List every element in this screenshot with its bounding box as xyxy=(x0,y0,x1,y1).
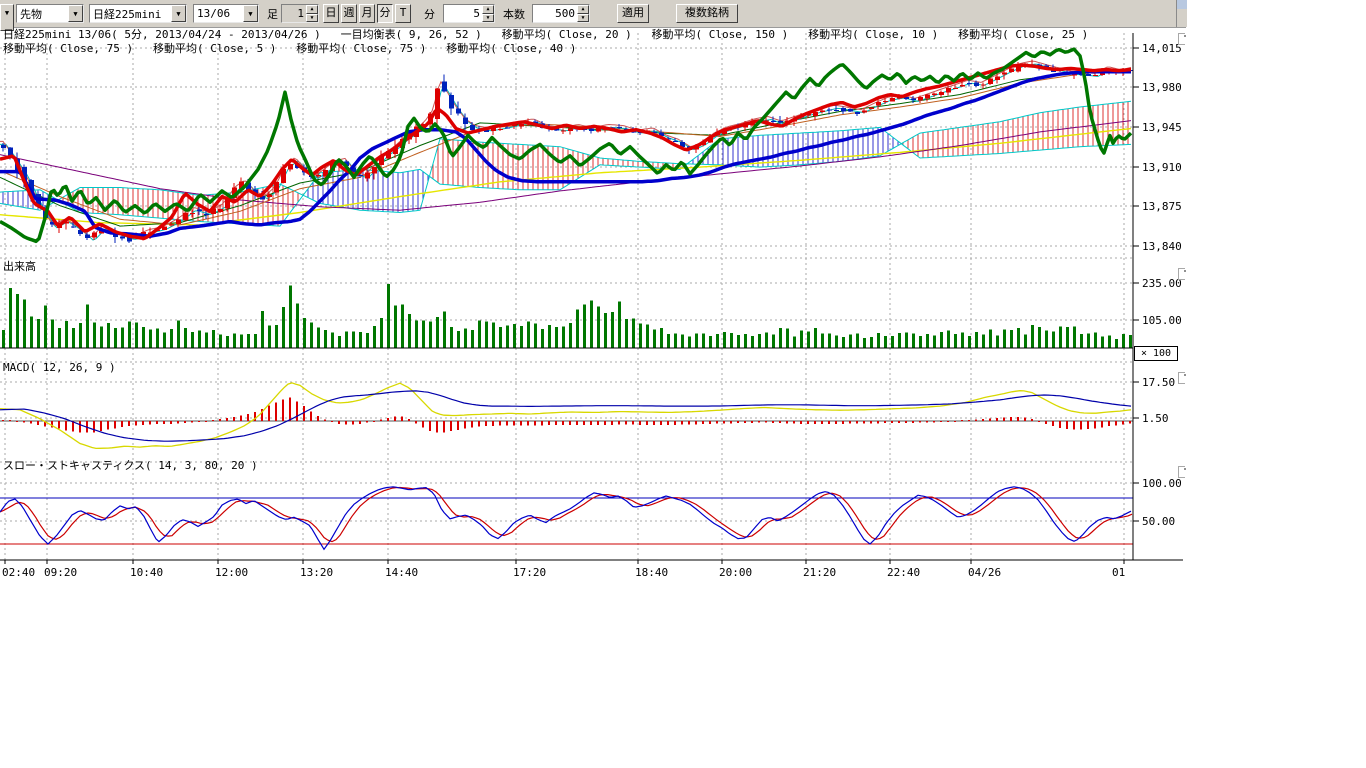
period-spinner-value: 1 xyxy=(282,5,306,22)
chart-canvas: 14,015 13,980 13,945 13,910 13,875 13,840 235.… xyxy=(0,27,1210,627)
svg-text:22:40: 22:40 xyxy=(887,566,920,579)
svg-text:02:40: 02:40 xyxy=(2,566,35,579)
timeframe-week-button[interactable]: 週 xyxy=(341,4,357,23)
bar-type-label: 足 xyxy=(267,9,278,23)
toolbar-end-cap xyxy=(1176,0,1187,27)
svg-text:100.00: 100.00 xyxy=(1142,477,1182,490)
main-pane-scroll-handle[interactable] xyxy=(1178,33,1185,45)
time-axis-labels: 02:40 09:20 10:40 12:00 13:20 14:40 17:20 18:40… xyxy=(2,560,1125,579)
multi-symbol-button[interactable]: 複数銘柄 xyxy=(676,4,738,23)
spinner-buttons[interactable]: ▲▼ xyxy=(482,5,494,22)
svg-text:01: 01 xyxy=(1112,566,1125,579)
svg-text:14:40: 14:40 xyxy=(385,566,418,579)
macd-pane-label: MACD( 12, 26, 9 ) xyxy=(3,361,116,374)
axis-labels: 14,015 13,980 13,945 13,910 13,875 13,840 235.… xyxy=(1133,42,1182,528)
svg-text:20:00: 20:00 xyxy=(719,566,752,579)
timeframe-minute-button[interactable]: 分 xyxy=(377,4,393,23)
svg-text:21:20: 21:20 xyxy=(803,566,836,579)
dropdown-arrow-icon[interactable]: ▼ xyxy=(243,5,258,22)
apply-button[interactable]: 適用 xyxy=(617,4,649,23)
spin-down-icon[interactable]: ▼ xyxy=(577,14,589,23)
macd-pane xyxy=(0,383,1133,449)
symbol-dropdown[interactable]: 日経225mini ▼ xyxy=(89,4,187,23)
contract-month-value: 13/06 xyxy=(194,7,243,20)
bar-count-spinner-value: 500 xyxy=(533,5,577,22)
svg-text:04/26: 04/26 xyxy=(968,566,1001,579)
stochastics-pane-label: スロー・ストキャスティクス( 14, 3, 80, 20 ) xyxy=(3,459,258,472)
spin-down-icon[interactable]: ▼ xyxy=(306,14,318,23)
svg-text:50.00: 50.00 xyxy=(1142,515,1175,528)
svg-text:13,945: 13,945 xyxy=(1142,121,1182,134)
svg-text:14,015: 14,015 xyxy=(1142,42,1182,55)
timeframe-month-button[interactable]: 月 xyxy=(359,4,375,23)
instrument-type-dropdown[interactable]: 先物 ▼ xyxy=(16,4,84,23)
svg-text:10:40: 10:40 xyxy=(130,566,163,579)
svg-text:1.50: 1.50 xyxy=(1142,412,1169,425)
volume-bars xyxy=(0,284,1133,348)
spin-down-icon[interactable]: ▼ xyxy=(482,14,494,23)
axes-frame xyxy=(0,33,1183,560)
timeframe-day-button[interactable]: 日 xyxy=(323,4,339,23)
contract-month-dropdown[interactable]: 13/06 ▼ xyxy=(193,4,259,23)
volume-multiplier-badge: × 100 xyxy=(1134,346,1178,361)
spinner-buttons[interactable]: ▲▼ xyxy=(577,5,589,22)
svg-text:13,910: 13,910 xyxy=(1142,161,1182,174)
chart-area[interactable]: 14,015 13,980 13,945 13,910 13,875 13,840 235.… xyxy=(0,27,1210,627)
volume-pane-label: 出来高 xyxy=(3,260,36,273)
bar-count-label: 本数 xyxy=(503,9,525,23)
spin-up-icon[interactable]: ▲ xyxy=(306,5,318,14)
svg-text:13,980: 13,980 xyxy=(1142,81,1182,94)
svg-text:235.00: 235.00 xyxy=(1142,277,1182,290)
minute-spinner[interactable]: 5 ▲▼ xyxy=(443,4,495,23)
svg-text:13,875: 13,875 xyxy=(1142,200,1182,213)
svg-text:12:00: 12:00 xyxy=(215,566,248,579)
spin-up-icon[interactable]: ▲ xyxy=(577,5,589,14)
svg-text:17.50: 17.50 xyxy=(1142,376,1175,389)
period-spinner[interactable]: 1 ▲▼ xyxy=(281,4,319,23)
spin-up-icon[interactable]: ▲ xyxy=(482,5,494,14)
minute-spinner-value: 5 xyxy=(444,5,482,22)
dropdown-arrow-icon[interactable]: ▼ xyxy=(171,5,186,22)
minute-label: 分 xyxy=(424,9,435,23)
chart-header-line2: 移動平均( Close, 75 ) 移動平均( Close, 5 ) 移動平均(… xyxy=(3,42,576,55)
chart-header-line1: 日経225mini 13/06( 5分, 2013/04/24 - 2013/0… xyxy=(3,28,1088,41)
stoch-pane-scroll-handle[interactable] xyxy=(1178,466,1185,478)
stochastics-pane xyxy=(0,487,1133,550)
macd-pane-scroll-handle[interactable] xyxy=(1178,372,1185,384)
symbol-value: 日経225mini xyxy=(90,6,171,22)
thin-moving-averages xyxy=(0,61,1131,240)
svg-text:105.00: 105.00 xyxy=(1142,314,1182,327)
dropdown-arrow-icon[interactable]: ▼ xyxy=(68,5,83,22)
timeframe-tick-button[interactable]: T xyxy=(395,4,411,23)
svg-text:13,840: 13,840 xyxy=(1142,240,1182,253)
svg-text:09:20: 09:20 xyxy=(44,566,77,579)
svg-text:18:40: 18:40 xyxy=(635,566,668,579)
svg-text:13:20: 13:20 xyxy=(300,566,333,579)
volume-pane-scroll-handle[interactable] xyxy=(1178,268,1185,280)
trading-app-window: ▼ 先物 ▼ 日経225mini ▼ 13/06 ▼ 足 1 ▲▼ 日 週 月 … xyxy=(0,0,1366,768)
svg-text:17:20: 17:20 xyxy=(513,566,546,579)
spinner-buttons[interactable]: ▲▼ xyxy=(306,5,318,22)
bar-count-spinner[interactable]: 500 ▲▼ xyxy=(532,4,590,23)
chart-toolbar: ▼ 先物 ▼ 日経225mini ▼ 13/06 ▼ 足 1 ▲▼ 日 週 月 … xyxy=(0,0,1186,28)
instrument-type-value: 先物 xyxy=(17,6,68,22)
gridlines xyxy=(0,33,1133,560)
